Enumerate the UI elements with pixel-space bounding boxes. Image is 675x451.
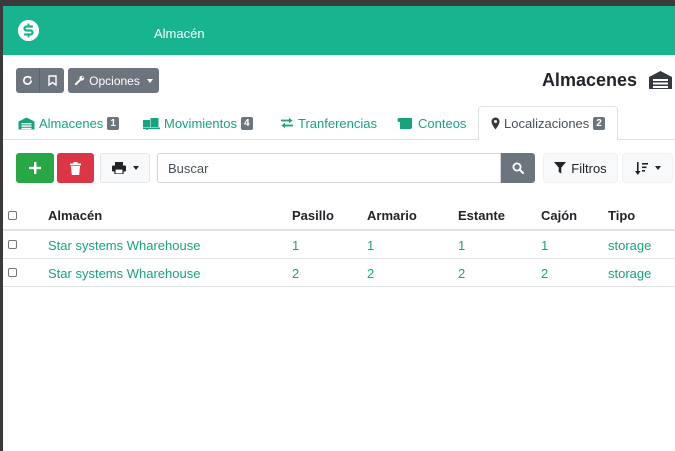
sort-amount-down-icon [634, 161, 648, 175]
truck-loading-icon [143, 117, 160, 130]
search-icon [512, 162, 524, 174]
filters-button[interactable]: Filtros [543, 153, 618, 183]
header-button-group: Opciones [16, 68, 159, 93]
tab-label: Tranferencias [298, 115, 377, 131]
select-all-checkbox[interactable] [8, 211, 17, 220]
main-content: Opciones Almacenes Almacenes 1 Movimient… [3, 55, 675, 451]
tab-bar: Almacenes 1 Movimientos 4 Tranferencias … [3, 106, 675, 141]
table-header-row: Almacén Pasillo Armario Estante Cajón Ti… [3, 201, 675, 231]
count-badge: 4 [240, 116, 253, 130]
trash-icon [70, 161, 81, 175]
search-button[interactable] [501, 153, 535, 183]
app-name[interactable]: Almacén [154, 26, 205, 41]
scroll-icon [397, 117, 412, 129]
options-label: Opciones [89, 73, 140, 88]
print-dropdown-button[interactable] [100, 153, 150, 183]
warehouse-icon [648, 70, 673, 93]
cell-cajon: 1 [541, 237, 549, 253]
cell-cajon: 2 [541, 265, 549, 281]
column-header-tipo[interactable]: Tipo [608, 201, 635, 229]
exchange-icon [281, 117, 293, 129]
cell-tipo: storage [608, 237, 652, 253]
warehouse-icon [18, 117, 35, 129]
tab-label: Movimientos [164, 115, 237, 131]
column-header-pasillo[interactable]: Pasillo [292, 201, 334, 229]
sort-dropdown-button[interactable] [622, 153, 673, 183]
chevron-down-icon [654, 166, 661, 170]
tab-tranferencias[interactable]: Tranferencias [280, 106, 377, 140]
search-input[interactable] [157, 153, 501, 183]
tab-label: Localizaciones [504, 116, 590, 131]
filters-label: Filtros [571, 160, 607, 176]
search-group [157, 153, 535, 183]
bookmark-button[interactable] [40, 68, 64, 93]
cell-tipo: storage [608, 265, 652, 281]
filter-icon [554, 162, 567, 174]
plus-icon [29, 162, 41, 174]
column-header-cajon[interactable]: Cajón [541, 201, 577, 229]
refresh-button[interactable] [16, 68, 40, 93]
wrench-icon [74, 75, 85, 86]
cell-armario: 1 [367, 237, 375, 253]
dollar-s-logo-icon[interactable] [18, 20, 39, 41]
map-marker-icon [491, 117, 500, 130]
tab-localizaciones[interactable]: Localizaciones 2 [478, 106, 618, 141]
row-checkbox[interactable] [8, 268, 17, 277]
cell-almacen[interactable]: Star systems Wharehouse [48, 231, 200, 259]
cell-estante: 2 [458, 265, 466, 281]
tab-conteos[interactable]: Conteos [397, 106, 466, 140]
cell-almacen[interactable]: Star systems Wharehouse [48, 259, 200, 287]
cell-pasillo: 2 [292, 265, 300, 281]
list-toolbar: Filtros [3, 153, 675, 183]
printer-icon [111, 162, 126, 174]
cell-pasillo: 1 [292, 237, 300, 253]
delete-button[interactable] [57, 153, 94, 183]
column-header-estante[interactable]: Estante [458, 201, 505, 229]
row-checkbox[interactable] [8, 240, 17, 249]
refresh-icon [23, 75, 32, 85]
count-badge: 1 [107, 116, 119, 130]
cell-estante: 1 [458, 237, 466, 253]
column-header-almacen[interactable]: Almacén [48, 201, 102, 229]
column-header-armario[interactable]: Armario [367, 201, 417, 229]
tab-label: Almacenes [39, 115, 104, 131]
table-row[interactable]: Star systems Wharehouse 2 2 2 2 storage [3, 259, 675, 287]
top-navbar: Almacén [3, 6, 675, 55]
chevron-down-icon [132, 166, 139, 170]
count-badge: 2 [593, 117, 605, 130]
cell-armario: 2 [367, 265, 375, 281]
add-button[interactable] [16, 153, 54, 183]
tab-movimientos[interactable]: Movimientos 4 [143, 106, 253, 140]
table-row[interactable]: Star systems Wharehouse 1 1 1 1 storage [3, 231, 675, 259]
page-title: Almacenes [541, 70, 637, 90]
bookmark-icon [47, 75, 57, 86]
tab-label: Conteos [418, 115, 467, 131]
chevron-down-icon [146, 78, 153, 83]
tab-almacenes[interactable]: Almacenes 1 [18, 106, 119, 140]
options-dropdown-button[interactable]: Opciones [68, 68, 159, 93]
